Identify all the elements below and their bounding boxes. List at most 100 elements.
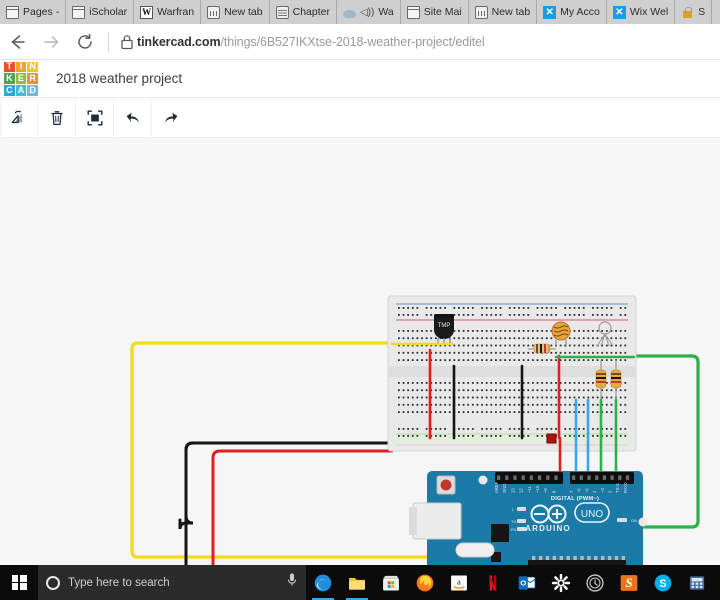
pin-label: ~10 — [535, 485, 540, 493]
redo-button[interactable] — [152, 98, 190, 137]
svg-text:ARDUINO: ARDUINO — [525, 524, 571, 533]
taskbar-icons: aOSS — [306, 565, 714, 600]
logo-tile-c: C — [4, 84, 15, 96]
logo-tile-k: K — [4, 73, 15, 84]
speaker-icon: ◁)) — [359, 6, 375, 18]
pin-label: TX>1 — [615, 482, 620, 493]
browser-tab[interactable]: ✕ My Acco — [537, 0, 607, 24]
digital-header-label: DIGITAL (PWM~) — [551, 496, 599, 502]
firefox-icon[interactable] — [408, 565, 442, 600]
logo-tile-r: R — [27, 73, 38, 84]
browser-tab[interactable]: W Warfran — [134, 0, 202, 24]
tab-label: New tab — [491, 6, 531, 18]
outlook-icon[interactable]: O — [510, 565, 544, 600]
pin-label: ~5 — [584, 488, 589, 493]
toolbar-divider — [108, 31, 109, 52]
pin-label: ~3 — [600, 488, 605, 493]
calculator-icon[interactable] — [680, 565, 714, 600]
rotate-button[interactable] — [0, 98, 38, 137]
browser-tab[interactable]: ✕ Wix Wel — [606, 0, 676, 24]
cloud-speaker-icon — [342, 9, 356, 18]
logo-tile-a: A — [15, 84, 27, 96]
svg-text:O: O — [520, 578, 526, 587]
back-button[interactable] — [0, 25, 34, 59]
page-icon — [72, 5, 86, 19]
svg-text:S: S — [626, 576, 633, 590]
refresh-button[interactable] — [68, 25, 102, 59]
amazon-icon[interactable]: a — [442, 565, 476, 600]
microphone-icon[interactable] — [286, 572, 298, 593]
browser-tab[interactable]: S — [675, 0, 713, 24]
search-placeholder: Type here to search — [68, 576, 170, 589]
tab-label: Warfran — [157, 6, 195, 18]
windows-logo-icon — [11, 575, 27, 590]
svg-text:RX: RX — [511, 527, 517, 532]
pin-label: ~9 — [543, 488, 548, 493]
url-domain: tinkercad.com — [137, 34, 221, 49]
svg-text:UNO: UNO — [581, 509, 603, 520]
delete-button[interactable] — [38, 98, 76, 137]
forward-button[interactable] — [34, 25, 68, 59]
circuit-canvas[interactable]: TMP AREF GND 13 12 ~11 ~10 ~9 8 7 ~6 ~5 … — [0, 138, 720, 565]
tab-label: Wa — [378, 6, 394, 18]
browser-tab[interactable]: Site Mai — [400, 0, 469, 24]
pin-label: ~6 — [577, 488, 582, 493]
svg-text:a: a — [457, 577, 461, 586]
tab-label: Chapter — [292, 6, 330, 18]
pin-label: 13 — [510, 488, 515, 493]
browser-tab[interactable]: New tab — [468, 0, 538, 24]
svg-text:ON: ON — [631, 518, 637, 523]
tinkercad-logo[interactable]: TIN KER CAD — [3, 60, 39, 97]
tinkercad-header: TIN KER CAD 2018 weather project — [0, 60, 720, 98]
wikipedia-w-icon: W — [140, 5, 154, 19]
s-app-icon[interactable]: S — [612, 565, 646, 600]
circuit-workplane[interactable]: TMP AREF GND 13 12 ~11 ~10 ~9 8 7 ~6 ~5 … — [0, 138, 720, 565]
browser-tab[interactable]: Pages - — [0, 0, 67, 24]
logo-tile-n: N — [27, 61, 38, 73]
redo-arrow-icon — [165, 112, 178, 123]
book-icon — [275, 5, 289, 19]
arduino-uno-board[interactable]: AREF GND 13 12 ~11 ~10 ~9 8 7 ~6 ~5 4 ~3 2 TX>1 RX<0 DI… — [409, 471, 648, 565]
lock-icon — [117, 34, 137, 50]
start-button[interactable] — [0, 565, 38, 600]
page-icon — [406, 5, 420, 19]
windows-taskbar: Type here to search a O S S — [0, 565, 720, 600]
pin-label: GND — [502, 484, 507, 493]
rotate-icon — [11, 109, 23, 123]
logo-tile-e: E — [15, 73, 27, 84]
tab-label: iScholar — [89, 6, 128, 18]
skype-icon[interactable]: S — [646, 565, 680, 600]
browser-tab[interactable]: iScholar — [66, 0, 135, 24]
search-input[interactable]: Type here to search — [38, 565, 306, 600]
tab-label: New tab — [224, 6, 263, 18]
editor-toolbar — [0, 98, 720, 138]
browser-window: Pages - iScholar W Warfran New tab Chapter ◁))… — [0, 0, 720, 600]
trash-icon — [50, 110, 63, 125]
page-title: 2018 weather project — [56, 71, 183, 86]
netflix-icon[interactable] — [476, 565, 510, 600]
svg-text:S: S — [659, 578, 666, 590]
fit-view-icon — [87, 110, 102, 125]
url-text[interactable]: tinkercad.com/things/6B527IKXtse-2018-we… — [137, 35, 485, 49]
cortana-icon — [46, 575, 60, 590]
browser-tab[interactable]: Chapter — [269, 0, 337, 24]
settings-icon[interactable] — [544, 565, 578, 600]
logo-tile-d: D — [27, 84, 38, 96]
undo-arrow-icon — [126, 112, 139, 123]
browser-tab[interactable]: ◁)) Wa — [336, 0, 401, 24]
undo-button[interactable] — [114, 98, 152, 137]
clock-icon[interactable] — [578, 565, 612, 600]
logo-tile-i: I — [15, 61, 27, 73]
tab-label: My Acco — [560, 6, 600, 18]
tab-label: Pages - — [23, 6, 60, 18]
keyboard-icon — [474, 5, 488, 19]
microsoft-store-icon[interactable] — [374, 565, 408, 600]
fit-to-view-button[interactable] — [76, 98, 114, 137]
edge-icon[interactable] — [306, 565, 340, 600]
tab-label: Wix Wel — [629, 6, 669, 18]
browser-tab[interactable]: New tab — [201, 0, 270, 24]
url-path: /things/6B527IKXtse-2018-weather-project… — [220, 34, 485, 49]
lock-icon — [681, 6, 694, 19]
file-explorer-icon[interactable] — [340, 565, 374, 600]
wix-x-icon: ✕ — [612, 5, 626, 19]
